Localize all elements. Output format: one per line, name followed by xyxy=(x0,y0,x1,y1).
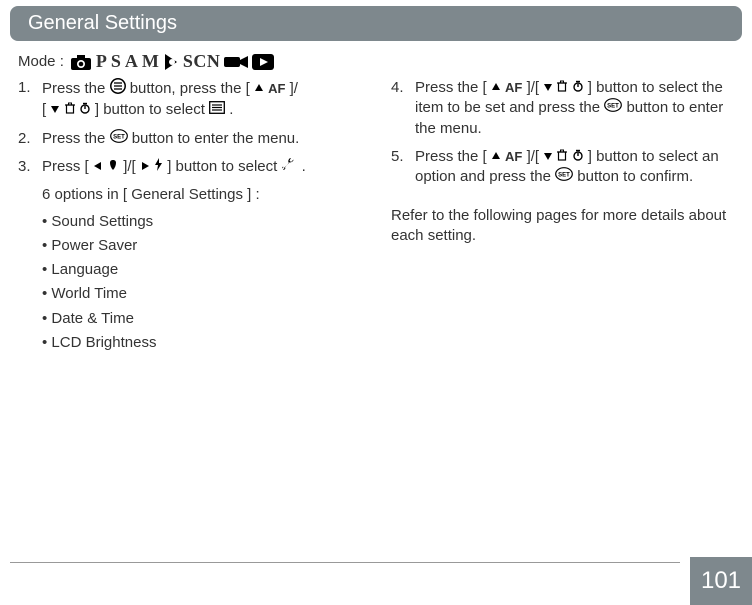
timer-icon xyxy=(79,100,91,120)
footer-divider xyxy=(10,562,680,563)
arrow-down-icon xyxy=(543,147,553,167)
svg-text:SET: SET xyxy=(607,104,619,110)
step-text: Press the [ xyxy=(415,148,491,165)
set-button-icon: SET xyxy=(110,129,128,149)
list-item: Language xyxy=(42,260,361,280)
list-item: LCD Brightness xyxy=(42,333,361,353)
step-text: . xyxy=(302,158,306,175)
timer-icon xyxy=(572,78,584,98)
step-text: ]/[ xyxy=(123,158,140,175)
svg-text:SET: SET xyxy=(113,134,125,140)
mode-row: Mode : P S A M SCN xyxy=(18,51,734,72)
step-text: button, press the [ xyxy=(130,80,254,97)
step-text: ]/[ xyxy=(527,148,544,165)
macro-icon xyxy=(107,157,119,177)
step-text: button to enter the menu. xyxy=(132,130,300,147)
step-number: 4. xyxy=(391,78,404,98)
step-text: . xyxy=(229,101,233,118)
trash-icon xyxy=(557,78,567,98)
menu-circle-icon xyxy=(110,78,126,100)
portrait-icon xyxy=(163,53,179,71)
arrow-left-icon xyxy=(93,157,103,177)
step-text: ] button to select xyxy=(95,101,209,118)
right-column: 4. Press the [ AF ]/[ ] button to select… xyxy=(391,78,734,357)
step-text: button to confirm. xyxy=(577,168,693,185)
svg-text:SET: SET xyxy=(558,173,570,179)
mode-p-icon: P xyxy=(96,51,107,72)
left-column: 1. Press the button, press the [ AF ]/ [… xyxy=(18,78,361,357)
step-3: 3. Press [ ]/[ ] button to select . xyxy=(18,157,361,177)
arrow-up-icon xyxy=(491,147,501,167)
step-number: 1. xyxy=(18,78,31,98)
play-icon xyxy=(252,54,274,70)
step-4: 4. Press the [ AF ]/[ ] button to select… xyxy=(391,78,734,139)
step-number: 2. xyxy=(18,129,31,149)
wrench-icon xyxy=(281,157,297,177)
step-5: 5. Press the [ AF ]/[ ] button to select… xyxy=(391,147,734,188)
step-text: ]/ xyxy=(290,80,298,97)
arrow-up-icon xyxy=(491,78,501,98)
mode-a-icon: A xyxy=(125,51,138,72)
page-number: 101 xyxy=(690,557,752,605)
content: Mode : P S A M SCN 1. Press xyxy=(0,41,752,357)
step-text: Press [ xyxy=(42,158,93,175)
af-icon: AF xyxy=(268,80,285,98)
af-icon: AF xyxy=(505,79,522,97)
arrow-up-icon xyxy=(254,79,264,99)
step-text: Press the xyxy=(42,130,110,147)
list-item: Power Saver xyxy=(42,236,361,256)
set-button-icon: SET xyxy=(555,167,573,187)
step-2: 2. Press the SET button to enter the men… xyxy=(18,129,361,149)
af-icon: AF xyxy=(505,148,522,166)
trash-icon xyxy=(65,100,75,120)
step-number: 3. xyxy=(18,157,31,177)
timer-icon xyxy=(572,147,584,167)
list-item: Sound Settings xyxy=(42,212,361,232)
mode-label: Mode : xyxy=(18,53,64,70)
step-text: Press the xyxy=(42,80,110,97)
flash-icon xyxy=(154,157,163,177)
arrow-down-icon xyxy=(50,100,60,120)
mode-icons: P S A M SCN xyxy=(70,51,275,72)
list-item: Date & Time xyxy=(42,309,361,329)
arrow-right-icon xyxy=(140,157,150,177)
step-text: [ xyxy=(42,101,50,118)
step-number: 5. xyxy=(391,147,404,167)
step-1: 1. Press the button, press the [ AF ]/ [… xyxy=(18,78,361,121)
arrow-down-icon xyxy=(543,78,553,98)
list-item: World Time xyxy=(42,284,361,304)
options-intro: 6 options in [ General Settings ] : xyxy=(18,185,361,205)
options-list: Sound Settings Power Saver Language Worl… xyxy=(18,212,361,354)
reference-note: Refer to the following pages for more de… xyxy=(391,206,734,247)
step-text: Press the [ xyxy=(415,79,491,96)
step-text: ]/[ xyxy=(527,79,544,96)
mode-scn-icon: SCN xyxy=(183,51,221,72)
mode-s-icon: S xyxy=(111,51,121,72)
page-title: General Settings xyxy=(10,6,742,41)
menu-rect-icon xyxy=(209,100,225,120)
set-button-icon: SET xyxy=(604,98,622,118)
trash-icon xyxy=(557,147,567,167)
mode-m-icon: M xyxy=(142,51,159,72)
video-icon xyxy=(224,54,248,70)
camera-icon xyxy=(70,53,92,71)
step-text: ] button to select xyxy=(167,158,281,175)
